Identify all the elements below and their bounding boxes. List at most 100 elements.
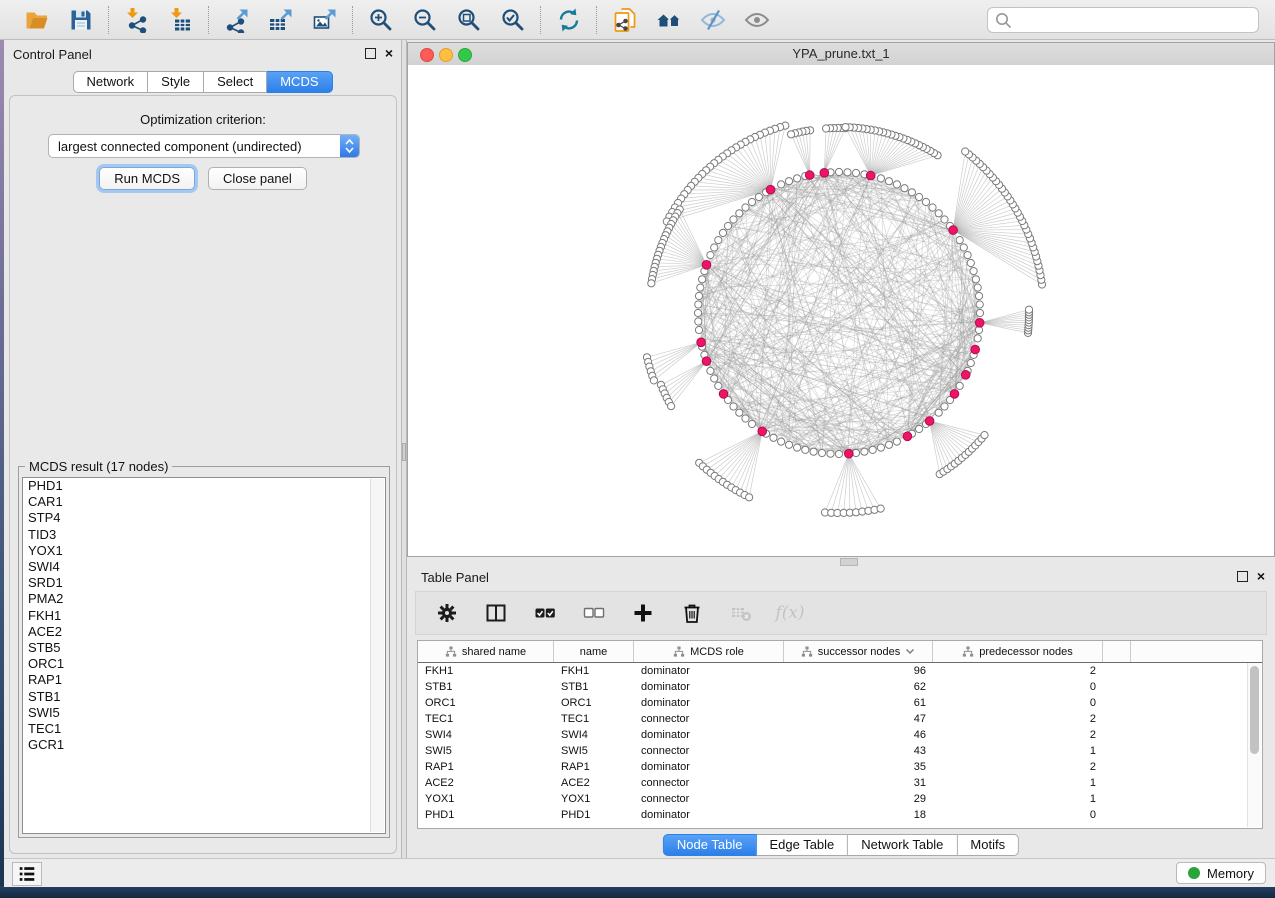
mcds-result-item[interactable]: GCR1 xyxy=(23,737,385,753)
delete-table-icon[interactable] xyxy=(727,599,755,627)
add-icon[interactable] xyxy=(629,599,657,627)
mcds-result-item[interactable]: FKH1 xyxy=(23,608,385,624)
select-all-columns-icon[interactable] xyxy=(531,599,559,627)
horizontal-splitter[interactable] xyxy=(407,557,1275,565)
attribute-type-icon xyxy=(445,646,457,658)
criterion-dropdown-value: largest connected component (undirected) xyxy=(49,139,340,154)
splitter-handle[interactable] xyxy=(402,443,406,461)
table-row[interactable]: SWI4SWI4dominator462 xyxy=(418,727,1262,743)
unselect-all-columns-icon[interactable] xyxy=(580,599,608,627)
table-cell: dominator xyxy=(634,761,784,773)
mcds-list-scrollbar[interactable] xyxy=(370,479,384,832)
tab-mcds[interactable]: MCDS xyxy=(267,71,332,93)
mcds-result-item[interactable]: ORC1 xyxy=(23,656,385,672)
gear-icon[interactable] xyxy=(433,599,461,627)
table-row[interactable]: ACE2ACE2connector311 xyxy=(418,775,1262,791)
attribute-type-icon xyxy=(962,646,974,658)
close-panel-icon[interactable]: × xyxy=(385,48,393,59)
search-icon xyxy=(994,11,1012,29)
mcds-result-item[interactable]: ACE2 xyxy=(23,624,385,640)
column-header-successor-nodes[interactable]: successor nodes xyxy=(784,641,933,662)
zoom-selected-icon[interactable] xyxy=(499,6,527,34)
memory-status-dot xyxy=(1188,867,1200,879)
mcds-result-item[interactable]: YOX1 xyxy=(23,543,385,559)
network-window-titlebar[interactable]: YPA_prune.txt_1 xyxy=(408,43,1274,66)
zoom-fit-icon[interactable] xyxy=(455,6,483,34)
function-builder-icon[interactable]: f(x) xyxy=(776,599,804,627)
close-table-panel-icon[interactable]: × xyxy=(1257,571,1265,582)
column-header-MCDS-role[interactable]: MCDS role xyxy=(634,641,784,662)
mcds-result-item[interactable]: SWI5 xyxy=(23,705,385,721)
close-panel-button[interactable]: Close panel xyxy=(208,167,307,190)
mcds-tab-content: Optimization criterion: largest connecte… xyxy=(9,95,397,854)
table-row[interactable]: RAP1RAP1dominator352 xyxy=(418,759,1262,775)
table-cell: dominator xyxy=(634,681,784,693)
mcds-result-item[interactable]: STP4 xyxy=(23,510,385,526)
float-panel-icon[interactable] xyxy=(365,48,376,59)
table-row[interactable]: YOX1YOX1connector291 xyxy=(418,791,1262,807)
automation-panel-button[interactable] xyxy=(12,862,42,886)
table-tab-node-table[interactable]: Node Table xyxy=(663,834,757,856)
table-row[interactable]: FKH1FKH1dominator962 xyxy=(418,663,1262,679)
column-header-shared-name[interactable]: shared name xyxy=(418,641,554,662)
open-file-icon[interactable] xyxy=(23,6,51,34)
memory-button[interactable]: Memory xyxy=(1176,862,1266,884)
table-row[interactable]: TEC1TEC1connector472 xyxy=(418,711,1262,727)
tab-network[interactable]: Network xyxy=(72,71,148,93)
table-row[interactable]: SWI5SWI5connector431 xyxy=(418,743,1262,759)
float-table-panel-icon[interactable] xyxy=(1237,571,1248,582)
mcds-result-item[interactable]: CAR1 xyxy=(23,494,385,510)
search-input[interactable] xyxy=(987,7,1259,33)
mcds-result-item[interactable]: TEC1 xyxy=(23,721,385,737)
split-columns-icon[interactable] xyxy=(482,599,510,627)
table-tab-network-table[interactable]: Network Table xyxy=(848,834,957,856)
mcds-result-item[interactable]: TID3 xyxy=(23,527,385,543)
zoom-out-icon[interactable] xyxy=(411,6,439,34)
export-table-icon[interactable] xyxy=(267,6,295,34)
clone-network-icon[interactable] xyxy=(611,6,639,34)
node-table[interactable]: shared namenameMCDS rolesuccessor nodesp… xyxy=(417,640,1263,829)
memory-label: Memory xyxy=(1207,866,1254,881)
mcds-result-item[interactable]: SWI4 xyxy=(23,559,385,575)
show-all-icon[interactable] xyxy=(743,6,771,34)
tab-style[interactable]: Style xyxy=(148,71,204,93)
table-row[interactable]: STB1STB1dominator620 xyxy=(418,679,1262,695)
table-cell: dominator xyxy=(634,809,784,821)
main-toolbar xyxy=(0,0,1275,40)
table-row[interactable]: PHD1PHD1dominator180 xyxy=(418,807,1262,823)
mcds-result-item[interactable]: PHD1 xyxy=(23,478,385,494)
mcds-result-item[interactable]: PMA2 xyxy=(23,591,385,607)
table-tab-edge-table[interactable]: Edge Table xyxy=(756,834,848,856)
export-network-icon[interactable] xyxy=(223,6,251,34)
mcds-result-list[interactable]: PHD1CAR1STP4TID3YOX1SWI4SRD1PMA2FKH1ACE2… xyxy=(22,477,386,834)
zoom-in-icon[interactable] xyxy=(367,6,395,34)
refresh-icon[interactable] xyxy=(555,6,583,34)
table-toolbar: f(x) xyxy=(415,591,1267,635)
save-session-icon[interactable] xyxy=(67,6,95,34)
table-tab-motifs[interactable]: Motifs xyxy=(957,834,1019,856)
table-row[interactable]: ORC1ORC1dominator610 xyxy=(418,695,1262,711)
hide-selected-icon[interactable] xyxy=(699,6,727,34)
table-panel: Table Panel × f(x) shared namenameMCDS r… xyxy=(407,565,1275,858)
run-mcds-button[interactable]: Run MCDS xyxy=(99,167,195,190)
column-header-name[interactable]: name xyxy=(554,641,634,662)
export-image-icon[interactable] xyxy=(311,6,339,34)
mcds-result-item[interactable]: STB1 xyxy=(23,689,385,705)
table-scrollbar-thumb[interactable] xyxy=(1250,666,1259,754)
table-cell: PHD1 xyxy=(554,809,634,821)
mcds-result-item[interactable]: SRD1 xyxy=(23,575,385,591)
delete-icon[interactable] xyxy=(678,599,706,627)
tab-select[interactable]: Select xyxy=(204,71,267,93)
import-network-icon[interactable] xyxy=(123,6,151,34)
mcds-result-item[interactable]: STB5 xyxy=(23,640,385,656)
mcds-result-item[interactable]: RAP1 xyxy=(23,672,385,688)
table-scrollbar[interactable] xyxy=(1247,663,1261,827)
first-neighbors-icon[interactable] xyxy=(655,6,683,34)
table-cell: dominator xyxy=(634,665,784,677)
criterion-dropdown[interactable]: largest connected component (undirected) xyxy=(48,134,360,158)
column-header-predecessor-nodes[interactable]: predecessor nodes xyxy=(933,641,1103,662)
table-cell: ORC1 xyxy=(418,697,554,709)
table-cell: dominator xyxy=(634,697,784,709)
import-table-icon[interactable] xyxy=(167,6,195,34)
network-canvas[interactable] xyxy=(408,65,1274,556)
